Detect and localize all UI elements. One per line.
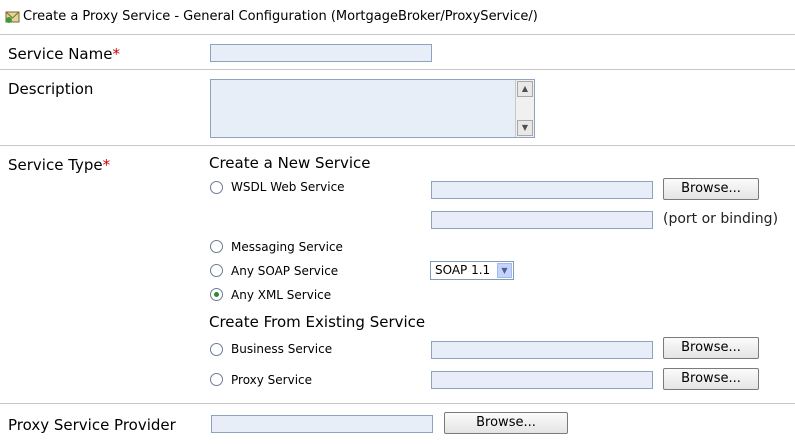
provider-browse-button[interactable]: Browse...: [444, 412, 568, 434]
create-from-existing-heading: Create From Existing Service: [209, 313, 426, 331]
page-title: Create a Proxy Service - General Configu…: [23, 9, 538, 24]
service-name-label: Service Name*: [8, 45, 120, 63]
soap-version-value: SOAP 1.1: [435, 263, 491, 277]
wsdl-input[interactable]: [431, 181, 653, 199]
scroll-down-icon[interactable]: ▼: [517, 120, 533, 136]
scroll-up-icon[interactable]: ▲: [517, 81, 533, 97]
description-textarea[interactable]: ▲ ▼: [210, 79, 535, 138]
soap-version-select[interactable]: SOAP 1.1 ▼: [430, 261, 514, 280]
port-binding-hint: (port or binding): [663, 211, 779, 227]
page-header: Create a Proxy Service - General Configu…: [0, 0, 795, 35]
create-new-service-heading: Create a New Service: [209, 154, 371, 172]
divider: [0, 145, 795, 146]
xml-label: Any XML Service: [231, 288, 332, 302]
business-service-input[interactable]: [431, 341, 653, 359]
service-name-input[interactable]: [210, 44, 432, 62]
description-scrollbar[interactable]: ▲ ▼: [515, 80, 534, 137]
soap-label: Any SOAP Service: [231, 264, 339, 278]
port-binding-input[interactable]: [431, 211, 653, 229]
business-browse-button[interactable]: Browse...: [663, 337, 759, 359]
proxy-service-radio[interactable]: [210, 373, 223, 386]
business-service-label: Business Service: [231, 342, 333, 356]
business-service-radio[interactable]: [210, 343, 223, 356]
chevron-down-icon[interactable]: ▼: [497, 263, 512, 278]
service-type-label: Service Type*: [8, 156, 111, 174]
provider-label: Proxy Service Provider: [8, 416, 176, 434]
required-marker: *: [112, 45, 120, 63]
wsdl-label: WSDL Web Service: [231, 180, 345, 194]
wsdl-browse-button[interactable]: Browse...: [663, 178, 759, 200]
proxy-service-input[interactable]: [431, 371, 653, 389]
proxy-browse-button[interactable]: Browse...: [663, 368, 759, 390]
soap-radio[interactable]: [210, 264, 223, 277]
wsdl-radio[interactable]: [210, 181, 223, 194]
xml-radio[interactable]: [210, 288, 223, 301]
divider: [0, 69, 795, 70]
messaging-radio[interactable]: [210, 240, 223, 253]
divider: [0, 403, 795, 404]
messaging-label: Messaging Service: [231, 240, 343, 254]
proxy-service-label: Proxy Service: [231, 373, 313, 387]
provider-input[interactable]: [211, 415, 433, 433]
required-marker: *: [102, 156, 111, 174]
proxy-service-icon: [5, 11, 20, 23]
description-label: Description: [8, 80, 94, 98]
